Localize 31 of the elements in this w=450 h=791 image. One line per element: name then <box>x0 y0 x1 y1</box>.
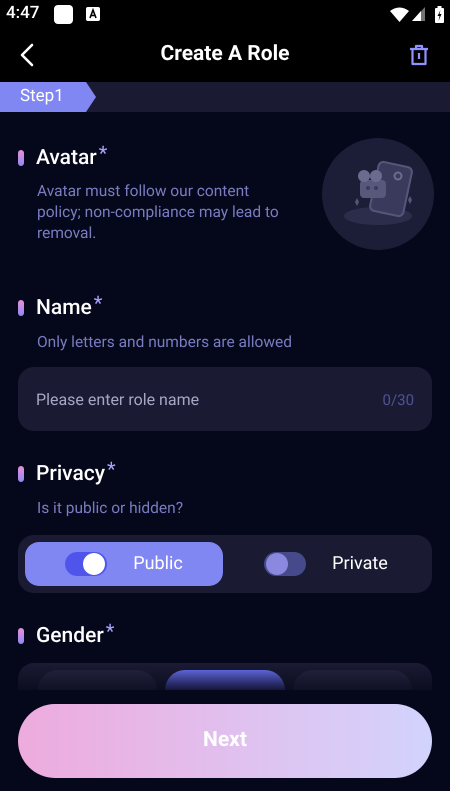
next-button[interactable]: Next <box>18 704 432 778</box>
section-title: Name <box>36 295 92 321</box>
wifi-icon <box>390 6 409 22</box>
section-marker <box>18 150 24 166</box>
character-counter: 0/30 <box>382 390 414 412</box>
gender-option[interactable] <box>165 670 285 690</box>
step-badge: Step1 <box>0 82 96 112</box>
signal-icon <box>412 7 425 21</box>
privacy-option[interactable]: Public <box>25 542 223 586</box>
avatar-description: Avatar must follow our content policy; non-compliance may lead to removal. <box>37 181 280 244</box>
section-title: Avatar <box>36 145 97 171</box>
delete-button[interactable] <box>408 43 430 67</box>
privacy-description: Is it public or hidden? <box>37 498 184 520</box>
section-title: Gender <box>36 622 104 649</box>
required-mark: * <box>106 622 114 639</box>
required-mark: * <box>94 295 102 311</box>
toggle-switch[interactable] <box>264 552 306 576</box>
required-mark: * <box>98 145 108 161</box>
section-title: Privacy <box>36 461 106 488</box>
name-description: Only letters and numbers are allowed <box>37 332 293 353</box>
font-app-icon <box>86 7 100 21</box>
section-marker <box>18 628 24 644</box>
section-marker <box>18 466 24 482</box>
section-marker <box>18 300 24 316</box>
privacy-option[interactable]: Private <box>227 542 425 586</box>
battery-icon <box>435 6 444 22</box>
page-title: Create A Role <box>160 41 290 68</box>
status-time: 4:47 <box>6 2 40 26</box>
toggle-switch[interactable] <box>65 552 108 576</box>
required-mark: * <box>107 461 116 478</box>
app-notification-icon <box>54 4 74 24</box>
